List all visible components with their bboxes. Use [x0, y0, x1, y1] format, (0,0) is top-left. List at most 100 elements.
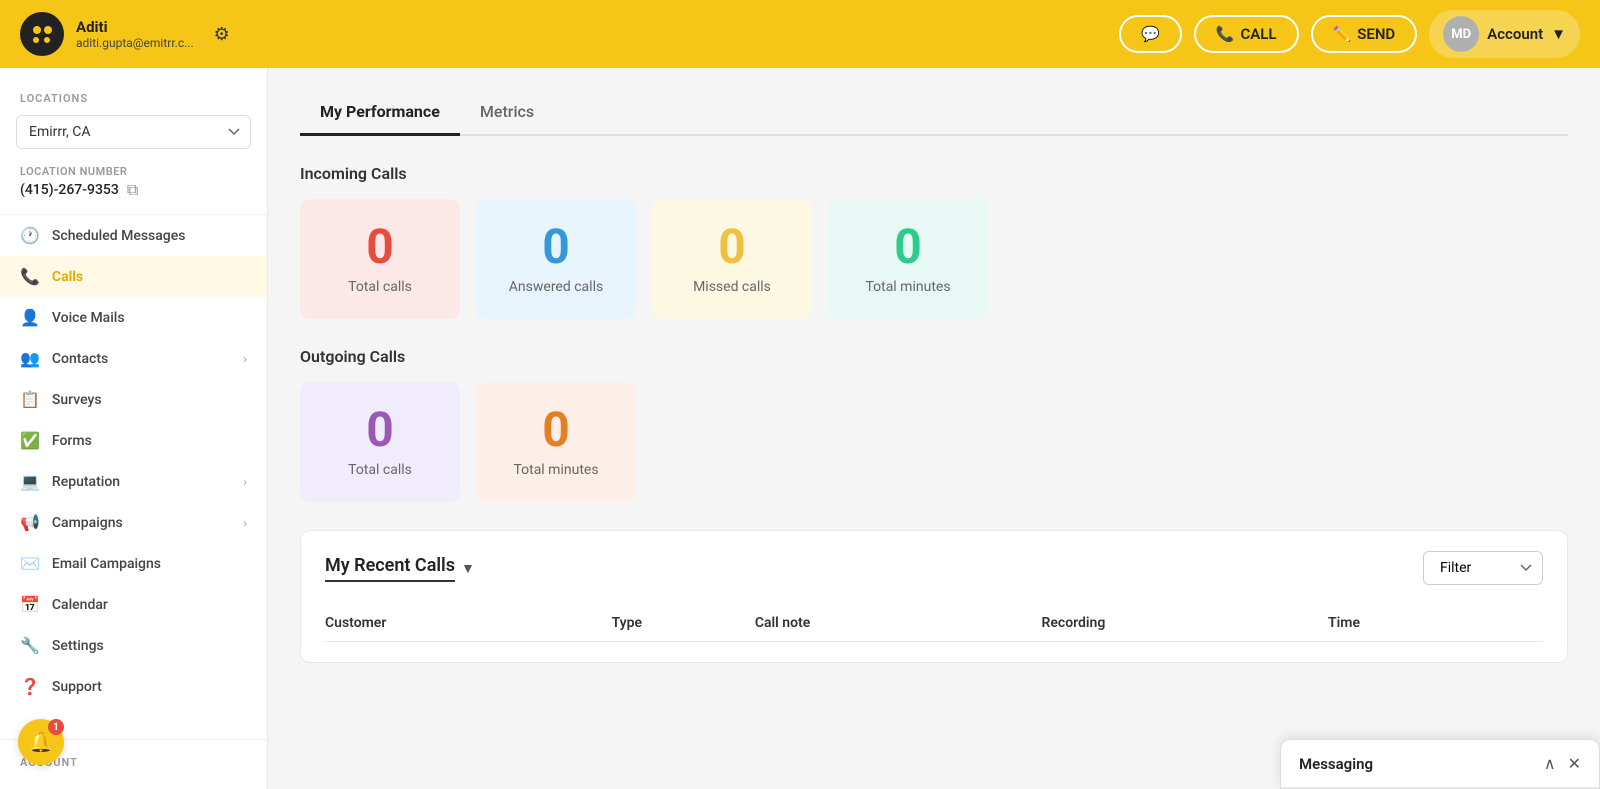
- recent-calls-dropdown-icon[interactable]: ▼: [461, 560, 475, 577]
- sidebar-item-label-calendar: Calendar: [52, 597, 108, 613]
- sidebar-item-reputation[interactable]: 💻 Reputation ›: [0, 461, 267, 502]
- stat-number-total-minutes-in: 0: [894, 223, 922, 271]
- email-campaigns-icon: ✉️: [20, 554, 40, 573]
- table-header: Customer Type Call note Recording Time: [325, 605, 1543, 642]
- notification-bell[interactable]: 🔔 1: [18, 719, 64, 765]
- send-label: SEND: [1357, 25, 1395, 43]
- sidebar-item-voice-mails[interactable]: 👤 Voice Mails: [0, 297, 267, 338]
- sidebar-item-label-forms: Forms: [52, 433, 92, 449]
- filter-select[interactable]: FilterAllIncomingOutgoingMissed: [1423, 551, 1543, 585]
- send-icon: ✏️: [1333, 25, 1352, 43]
- sidebar-item-label-email-campaigns: Email Campaigns: [52, 556, 161, 572]
- account-button[interactable]: MD Account ▼: [1429, 10, 1580, 58]
- col-time: Time: [1328, 615, 1543, 631]
- reputation-icon: 💻: [20, 472, 40, 491]
- call-label: CALL: [1240, 25, 1276, 43]
- sidebar-item-surveys[interactable]: 📋 Surveys: [0, 379, 267, 420]
- location-number-label: LOCATION NUMBER: [20, 165, 247, 178]
- copy-icon[interactable]: ⧉: [127, 180, 138, 200]
- sidebar-item-support[interactable]: ❓ Support: [0, 666, 267, 707]
- stat-number-missed-calls: 0: [718, 223, 746, 271]
- stat-card-total-minutes-in: 0 Total minutes: [828, 199, 988, 319]
- contacts-icon: 👥: [20, 349, 40, 368]
- sidebar-item-label-reputation: Reputation: [52, 474, 120, 490]
- messaging-actions: ∧ ✕: [1544, 754, 1581, 773]
- sidebar-item-label-calls: Calls: [52, 269, 83, 285]
- forms-icon: ✅: [20, 431, 40, 450]
- sidebar-item-forms[interactable]: ✅ Forms: [0, 420, 267, 461]
- stat-card-total-calls-out: 0 Total calls: [300, 382, 460, 502]
- messaging-minimize-button[interactable]: ∧: [1544, 754, 1556, 773]
- dot-1: [33, 26, 41, 34]
- sidebar: LOCATIONS Emirrr, CA LOCATION NUMBER (41…: [0, 68, 268, 789]
- outgoing-calls-cards: 0 Total calls 0 Total minutes: [300, 382, 1568, 502]
- calendar-icon: 📅: [20, 595, 40, 614]
- recent-calls-section: My Recent Calls ▼ FilterAllIncomingOutgo…: [300, 530, 1568, 663]
- stat-label-answered-calls: Answered calls: [509, 279, 603, 295]
- recent-calls-header: My Recent Calls ▼ FilterAllIncomingOutgo…: [325, 551, 1543, 585]
- sidebar-item-label-settings: Settings: [52, 638, 104, 654]
- sidebar-item-label-scheduled-messages: Scheduled Messages: [52, 228, 186, 244]
- stat-number-total-calls-in: 0: [366, 223, 394, 271]
- col-call-note: Call note: [755, 615, 1042, 631]
- user-email: aditi.gupta@emitrr.c...: [76, 36, 194, 50]
- gear-icon[interactable]: ⚙: [214, 24, 230, 45]
- chevron-icon: ›: [243, 352, 247, 366]
- stat-label-missed-calls: Missed calls: [693, 279, 771, 295]
- sidebar-item-email-campaigns[interactable]: ✉️ Email Campaigns: [0, 543, 267, 584]
- account-label: Account: [1487, 25, 1543, 43]
- app-logo: [20, 12, 64, 56]
- tabs: My Performance Metrics: [300, 92, 1568, 136]
- avatar: MD: [1443, 16, 1479, 52]
- messaging-header: Messaging ∧ ✕: [1281, 740, 1599, 788]
- bell-icon: 🔔: [29, 730, 54, 754]
- support-icon: ❓: [20, 677, 40, 696]
- sidebar-item-contacts[interactable]: 👥 Contacts ›: [0, 338, 267, 379]
- incoming-calls-section: Incoming Calls 0 Total calls 0 Answered …: [300, 164, 1568, 319]
- stat-card-total-minutes-out: 0 Total minutes: [476, 382, 636, 502]
- sidebar-item-settings[interactable]: 🔧 Settings: [0, 625, 267, 666]
- content-area: My Performance Metrics Incoming Calls 0 …: [268, 68, 1600, 789]
- location-number-row: (415)-267-9353 ⧉: [20, 180, 247, 200]
- message-button[interactable]: 💬: [1119, 15, 1182, 53]
- stat-label-total-minutes-out: Total minutes: [513, 462, 598, 478]
- messaging-title: Messaging: [1299, 755, 1373, 773]
- top-header: Aditi aditi.gupta@emitrr.c... ⚙ 💬 📞 CALL…: [0, 0, 1600, 68]
- outgoing-calls-section: Outgoing Calls 0 Total calls 0 Total min…: [300, 347, 1568, 502]
- logo-dots: [33, 26, 52, 43]
- stat-number-answered-calls: 0: [542, 223, 570, 271]
- header-left: Aditi aditi.gupta@emitrr.c... ⚙: [20, 12, 230, 56]
- campaigns-icon: 📢: [20, 513, 40, 532]
- user-info: Aditi aditi.gupta@emitrr.c...: [76, 18, 194, 50]
- location-number: (415)-267-9353: [20, 182, 119, 198]
- user-name: Aditi: [76, 18, 194, 36]
- incoming-calls-title: Incoming Calls: [300, 164, 1568, 183]
- stat-label-total-calls-in: Total calls: [348, 279, 412, 295]
- sidebar-item-calendar[interactable]: 📅 Calendar: [0, 584, 267, 625]
- bell-badge: 1: [48, 719, 64, 735]
- sidebar-item-campaigns[interactable]: 📢 Campaigns ›: [0, 502, 267, 543]
- stat-label-total-calls-out: Total calls: [348, 462, 412, 478]
- stat-card-answered-calls: 0 Answered calls: [476, 199, 636, 319]
- location-select[interactable]: Emirrr, CA: [16, 115, 251, 149]
- header-right: 💬 📞 CALL ✏️ SEND MD Account ▼: [1119, 10, 1580, 58]
- tab-metrics[interactable]: Metrics: [460, 92, 554, 136]
- outgoing-calls-title: Outgoing Calls: [300, 347, 1568, 366]
- messaging-close-button[interactable]: ✕: [1568, 754, 1581, 773]
- sidebar-item-label-campaigns: Campaigns: [52, 515, 123, 531]
- dot-4: [44, 37, 50, 43]
- sidebar-item-label-voice-mails: Voice Mails: [52, 310, 125, 326]
- call-icon: 📞: [1216, 25, 1235, 43]
- col-type: Type: [612, 615, 755, 631]
- sidebar-item-scheduled-messages[interactable]: 🕐 Scheduled Messages: [0, 215, 267, 256]
- call-button[interactable]: 📞 CALL: [1194, 15, 1299, 53]
- col-recording: Recording: [1041, 615, 1328, 631]
- stat-card-missed-calls: 0 Missed calls: [652, 199, 812, 319]
- chevron-icon: ›: [243, 516, 247, 530]
- recent-calls-title: My Recent Calls: [325, 555, 455, 582]
- send-button[interactable]: ✏️ SEND: [1311, 15, 1418, 53]
- sidebar-item-calls[interactable]: 📞 Calls: [0, 256, 267, 297]
- messaging-panel: Messaging ∧ ✕: [1280, 739, 1600, 789]
- tab-my-performance[interactable]: My Performance: [300, 92, 460, 136]
- sidebar-item-label-support: Support: [52, 679, 102, 695]
